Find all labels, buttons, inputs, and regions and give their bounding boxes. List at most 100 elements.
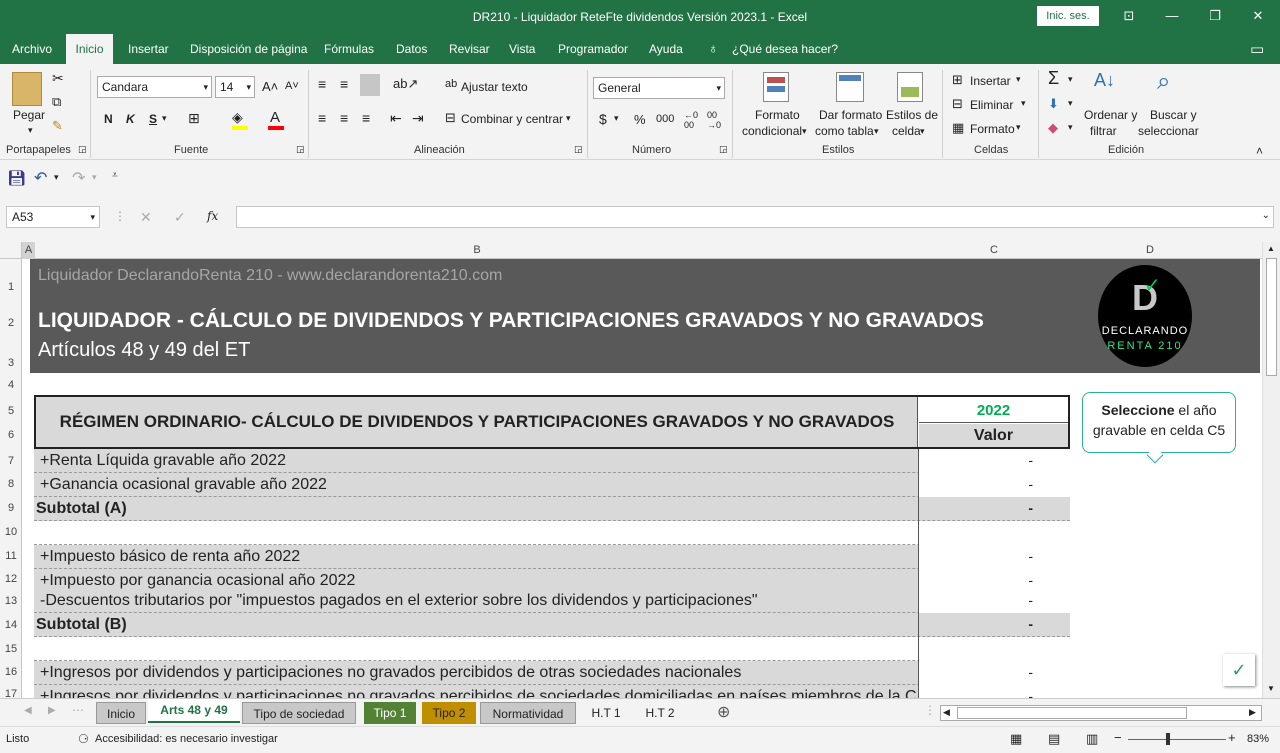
tab-ayuda[interactable]: Ayuda	[649, 42, 683, 56]
autosum-icon[interactable]: Σ	[1048, 68, 1059, 89]
tab-datos[interactable]: Datos	[396, 42, 427, 56]
value-cell[interactable]	[918, 569, 1070, 593]
row-header[interactable]: 6	[0, 429, 22, 441]
font-color-icon[interactable]: A	[270, 109, 280, 126]
minimize-icon[interactable]: —	[1160, 6, 1184, 26]
accessibility-status[interactable]: Accesibilidad: es necesario investigar	[95, 733, 278, 745]
horizontal-scrollbar[interactable]: ◀ ▶	[940, 705, 1262, 721]
fill-color-icon[interactable]: ◈	[232, 109, 243, 126]
zoom-slider[interactable]	[1128, 739, 1226, 740]
close-icon[interactable]: ✕	[1246, 6, 1270, 26]
cell-styles-label-2[interactable]: celda	[892, 124, 921, 138]
value-cell[interactable]	[918, 637, 1070, 661]
row-header[interactable]: 7	[0, 455, 22, 467]
zoom-in-icon[interactable]: +	[1228, 730, 1236, 745]
tab-vista[interactable]: Vista	[509, 42, 535, 56]
tab-disposicion[interactable]: Disposición de página	[190, 42, 307, 56]
tab-formulas[interactable]: Fórmulas	[324, 42, 374, 56]
enter-icon[interactable]: ✓	[174, 209, 186, 226]
row-header[interactable]: 9	[0, 502, 22, 514]
chevron-down-icon[interactable]: ▾	[802, 126, 807, 137]
align-middle-icon[interactable]: ≡	[340, 76, 348, 92]
sheet-tab-ht1[interactable]: H.T 1	[580, 702, 632, 724]
underline-button[interactable]: S	[149, 112, 157, 126]
format-table-label-1[interactable]: Dar formato	[819, 108, 882, 122]
scroll-right-icon[interactable]: ▶	[1249, 707, 1256, 718]
tab-inicio[interactable]: Inicio	[66, 34, 113, 64]
number-format-select[interactable]: General ▾	[593, 77, 725, 99]
orientation-icon[interactable]: ab↗	[393, 76, 418, 92]
percent-icon[interactable]: %	[634, 112, 646, 127]
chevron-down-icon[interactable]: ▾	[874, 126, 879, 137]
zoom-thumb[interactable]	[1166, 733, 1170, 745]
scroll-down-icon[interactable]: ▼	[1267, 684, 1275, 693]
value-cell[interactable]	[918, 591, 1070, 613]
italic-button[interactable]: K	[126, 112, 135, 126]
conditional-format-label-1[interactable]: Formato	[755, 108, 800, 122]
zoom-level[interactable]: 83%	[1247, 733, 1269, 745]
row-header[interactable]: 4	[0, 379, 22, 391]
name-box[interactable]: A53 ▾	[6, 206, 100, 228]
restore-icon[interactable]: ❐	[1203, 6, 1227, 26]
borders-icon[interactable]: ⊞	[188, 110, 200, 127]
chevron-down-icon[interactable]: ▾	[614, 113, 619, 124]
increase-decimal-icon[interactable]: ←0 00	[684, 110, 698, 130]
row-header[interactable]: 12	[0, 573, 22, 585]
number-launcher-icon[interactable]: ◲	[719, 144, 728, 155]
save-icon[interactable]: 💾︎	[7, 169, 26, 187]
value-cell[interactable]	[918, 545, 1070, 569]
chevron-down-icon[interactable]: ▾	[566, 113, 571, 124]
find-select-label-1[interactable]: Buscar y	[1150, 108, 1197, 122]
insert-cells-icon[interactable]: ⊞	[952, 72, 963, 88]
signin-button[interactable]: Inic. ses.	[1037, 6, 1099, 26]
font-size-select[interactable]: 14 ▾	[215, 76, 255, 98]
sheet-tab-ht2[interactable]: H.T 2	[634, 702, 686, 724]
chevron-down-icon[interactable]: ▾	[162, 113, 167, 124]
row-header[interactable]: 3	[0, 357, 22, 369]
row-header[interactable]: 10	[0, 526, 22, 538]
format-cells-icon[interactable]: ▦	[952, 120, 964, 136]
font-name-select[interactable]: Candara ▾	[97, 76, 212, 98]
align-top-icon[interactable]: ≡	[318, 76, 326, 92]
thousands-icon[interactable]: 000	[656, 113, 674, 125]
format-painter-icon[interactable]: ✎	[52, 118, 63, 134]
zoom-out-icon[interactable]: −	[1114, 730, 1122, 745]
prev-sheet-icon[interactable]: ◀	[24, 705, 32, 716]
align-bottom-icon[interactable]	[360, 74, 380, 96]
row-header[interactable]: 8	[0, 478, 22, 490]
expand-formula-icon[interactable]: ⌄	[1262, 210, 1270, 221]
sort-filter-label-2[interactable]: filtrar	[1090, 124, 1117, 138]
insert-function-icon[interactable]: fx	[207, 209, 218, 223]
format-as-table-icon[interactable]	[836, 72, 864, 102]
wrap-text-button[interactable]: Ajustar texto	[461, 80, 528, 94]
scroll-thumb[interactable]	[1266, 258, 1277, 376]
ribbon-display-icon[interactable]: ⊡	[1117, 6, 1141, 26]
currency-icon[interactable]: $	[599, 111, 607, 127]
sheet-tab-normatividad[interactable]: Normatividad	[480, 702, 576, 724]
row-header[interactable]: 15	[0, 643, 22, 655]
find-select-icon[interactable]: ⌕	[1157, 68, 1170, 96]
merge-center-button[interactable]: Combinar y centrar	[461, 112, 563, 126]
check-icon[interactable]: ✓	[1223, 654, 1255, 686]
tab-revisar[interactable]: Revisar	[449, 42, 490, 56]
sheet-tab-tipo1[interactable]: Tipo 1	[364, 702, 416, 724]
conditional-format-label-2[interactable]: condicional	[742, 124, 802, 138]
redo-icon[interactable]: ↷	[72, 168, 85, 188]
sheet-tab-arts[interactable]: Arts 48 y 49	[148, 699, 240, 723]
scroll-up-icon[interactable]: ▲	[1267, 244, 1275, 253]
delete-cells-icon[interactable]: ⊟	[952, 96, 963, 112]
column-header-c[interactable]: C	[918, 244, 1070, 256]
row-header[interactable]: 2	[0, 317, 22, 329]
row-header[interactable]: 14	[0, 619, 22, 631]
undo-icon[interactable]: ↶	[34, 168, 47, 188]
wrap-text-icon[interactable]: ab	[445, 78, 457, 90]
chevron-down-icon[interactable]: ▾	[1068, 74, 1073, 85]
sheet-tab-tipo-sociedad[interactable]: Tipo de sociedad	[242, 702, 356, 724]
chevron-down-icon[interactable]: ▾	[1016, 122, 1021, 133]
chevron-down-icon[interactable]: ▾	[54, 172, 59, 183]
align-center-icon[interactable]: ≡	[340, 110, 348, 126]
bold-button[interactable]: N	[104, 112, 113, 126]
normal-view-icon[interactable]: ▦	[1010, 731, 1022, 747]
cancel-icon[interactable]: ✕	[140, 209, 152, 226]
decrease-indent-icon[interactable]: ⇤	[390, 110, 402, 127]
